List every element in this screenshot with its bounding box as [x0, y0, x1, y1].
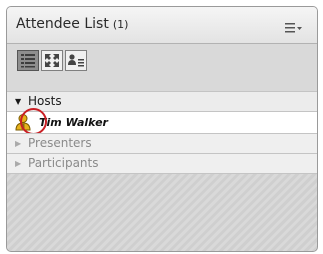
pod-title-text: Attendee List — [16, 16, 109, 32]
section-participants[interactable]: ▶ Participants — [7, 153, 317, 173]
section-hosts[interactable]: ▼ Hosts — [7, 91, 317, 111]
attendee-status-icon — [68, 54, 84, 67]
list-view-button[interactable] — [17, 50, 39, 71]
pod-title: Attendee List (1) — [16, 16, 128, 32]
attendee-name: Tim Walker — [39, 116, 108, 129]
list-view-icon — [21, 54, 35, 68]
collapse-arrow-icon: ▶ — [15, 159, 22, 168]
expand-view-button[interactable] — [41, 50, 63, 71]
pod-header: Attendee List (1) — [7, 7, 317, 44]
collapse-arrow-icon: ▶ — [15, 139, 22, 148]
empty-list-area — [7, 173, 317, 251]
pod-menu-button[interactable] — [285, 19, 303, 33]
expand-arrow-icon: ▼ — [15, 97, 22, 106]
attendee-list-pod: Attendee List (1) ▼ Hosts Tim Walker ▶ P… — [6, 6, 318, 252]
section-participants-label: Participants — [28, 156, 99, 170]
view-toolbar — [7, 44, 317, 91]
attendee-count: (1) — [112, 18, 129, 31]
pod-menu-icon — [285, 23, 302, 33]
highlight-circle — [20, 108, 47, 135]
section-presenters[interactable]: ▶ Presenters — [7, 133, 317, 153]
section-presenters-label: Presenters — [28, 136, 92, 150]
attendee-status-view-button[interactable] — [65, 50, 87, 71]
attendee-row[interactable]: Tim Walker — [7, 111, 317, 133]
expand-icon — [45, 54, 59, 67]
